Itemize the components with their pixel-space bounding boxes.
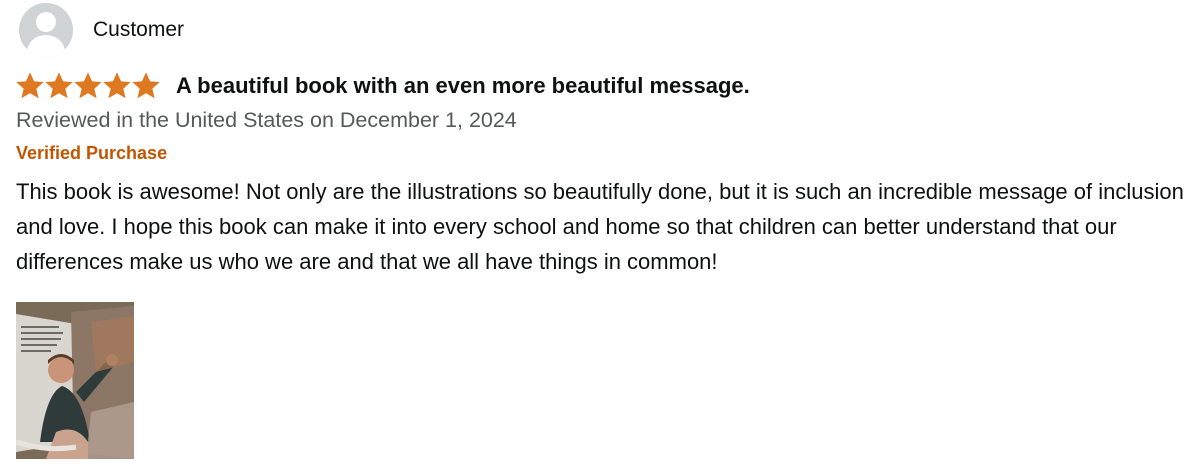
review-date: Reviewed in the United States on Decembe…	[16, 108, 517, 132]
review-title-row: A beautiful book with an even more beaut…	[16, 70, 1192, 102]
review-card: Customer A beautiful book with an even m…	[16, 2, 1192, 279]
star-icon	[74, 72, 102, 99]
star-icon	[103, 72, 131, 99]
review-photo-thumbnail[interactable]	[16, 302, 134, 459]
star-icon	[132, 72, 160, 99]
star-rating[interactable]	[16, 72, 160, 100]
verified-purchase-badge: Verified Purchase	[16, 143, 168, 163]
review-title[interactable]: A beautiful book with an even more beaut…	[176, 73, 750, 99]
reviewer-name[interactable]: Customer	[93, 18, 184, 42]
user-avatar-icon[interactable]	[19, 3, 73, 57]
review-body: This book is awesome! Not only are the i…	[16, 179, 1184, 274]
reviewer-profile: Customer	[16, 2, 1192, 58]
star-icon	[16, 72, 44, 99]
star-icon	[45, 72, 73, 99]
